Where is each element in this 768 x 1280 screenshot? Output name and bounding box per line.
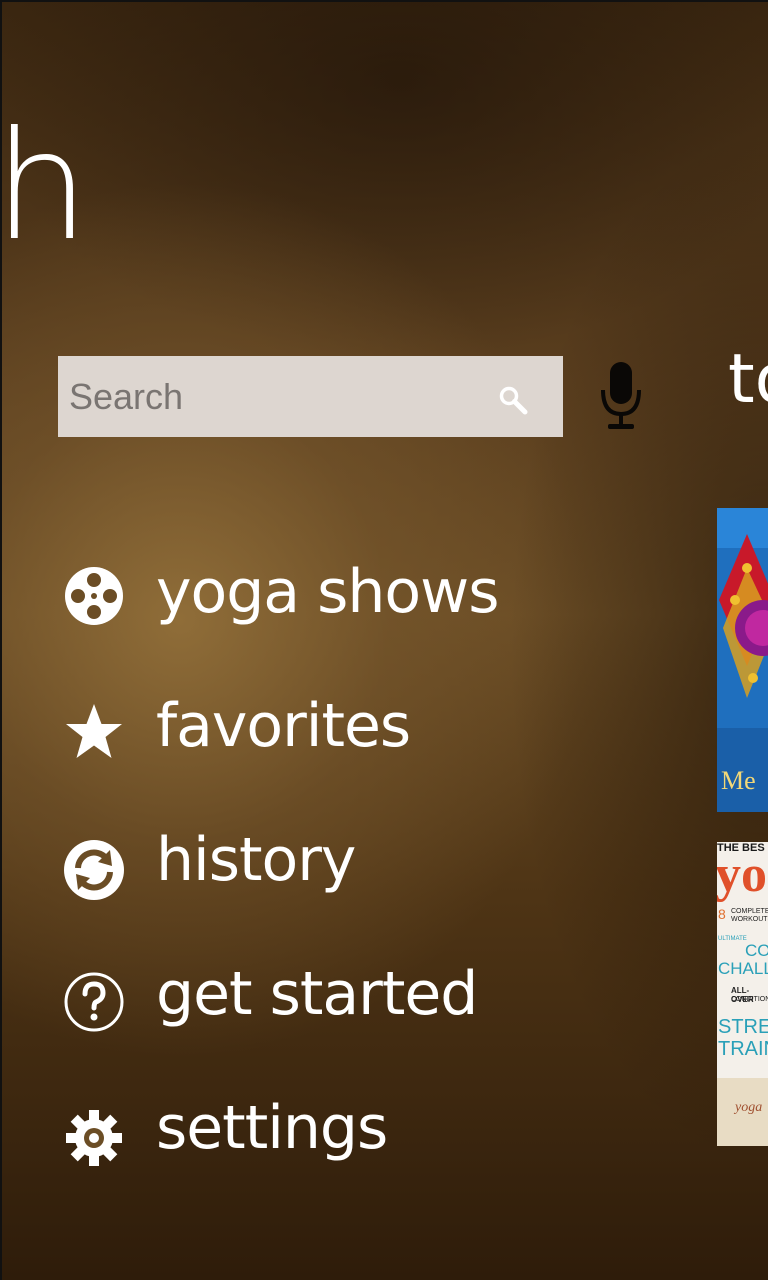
help-icon	[64, 972, 124, 1032]
show-thumbnail-2[interactable]: THE BES yog 8 COMPLETE WORKOUTS ULTIMATE…	[717, 842, 768, 1146]
menu-label-history: history	[156, 825, 356, 895]
cover-line-3: WORKOUTS	[731, 916, 768, 923]
menu-item-favorites[interactable]: favorites	[58, 674, 528, 784]
cover-line-1: 8	[718, 906, 726, 922]
search-input[interactable]	[58, 356, 478, 437]
menu-label-favorites: favorites	[156, 691, 411, 761]
cover-line-4: ULTIMATE	[718, 936, 747, 942]
menu-item-settings[interactable]: settings	[58, 1076, 528, 1186]
cover-line-5: CO	[745, 941, 768, 960]
next-section-title: to	[728, 340, 768, 419]
film-reel-icon	[65, 567, 123, 625]
cover-title: yog	[717, 846, 768, 903]
panorama-title: h	[0, 100, 89, 274]
cover-line-2: COMPLETE	[731, 908, 768, 915]
menu-label-yoga-shows: yoga shows	[156, 557, 499, 627]
cover-line-8: CONDITION	[731, 996, 768, 1003]
menu-item-history[interactable]: history	[58, 808, 528, 918]
refresh-icon	[64, 840, 124, 900]
star-icon	[66, 704, 122, 758]
menu-item-get-started[interactable]: get started	[58, 942, 528, 1052]
menu-label-get-started: get started	[156, 959, 478, 1029]
menu-item-yoga-shows[interactable]: yoga shows	[58, 540, 528, 650]
cover-line-10: TRAIN	[718, 1038, 768, 1060]
cover-line-11: yoga	[735, 1100, 763, 1115]
gear-icon	[66, 1110, 122, 1166]
show-thumbnail-1[interactable]: Me	[717, 508, 768, 812]
cover-line-6: CHALLE	[718, 959, 768, 978]
thumbnail-caption-1: Me	[721, 766, 756, 795]
frame-edge-top	[0, 0, 768, 2]
cover-line-9: STREN	[718, 1016, 768, 1038]
search-box[interactable]	[58, 356, 563, 437]
microphone-icon[interactable]	[598, 360, 644, 432]
search-icon[interactable]	[498, 385, 528, 415]
menu-label-settings: settings	[156, 1093, 388, 1163]
